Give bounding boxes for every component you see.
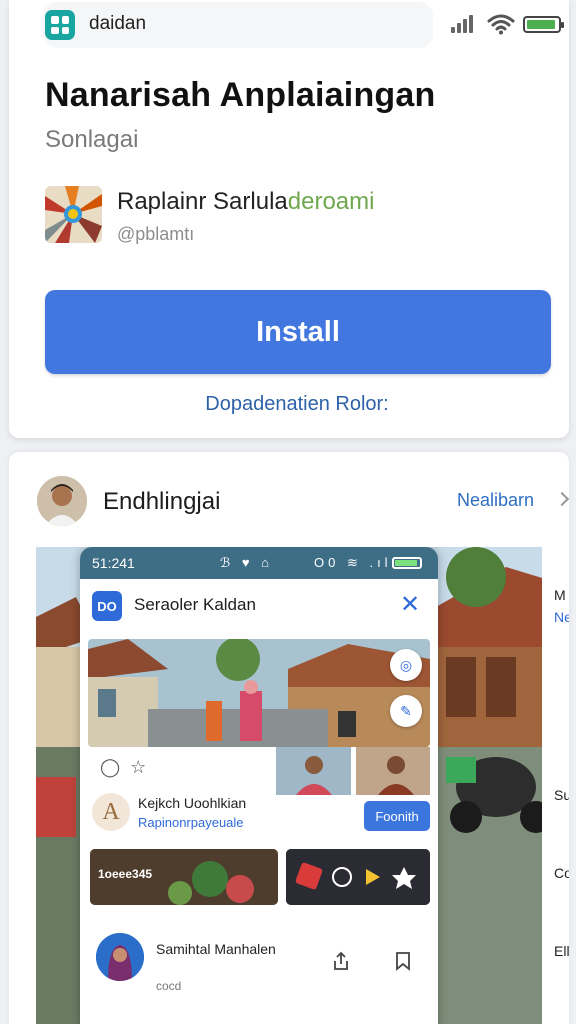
star-icon[interactable]: ☆ xyxy=(130,757,156,777)
battery-icon xyxy=(523,16,564,33)
phone-mockup: 51:241 ℬ ♥ ⌂ O0 ≋ .ıl DO Seraoler Kaldan… xyxy=(80,547,438,1024)
developer-name-main: Raplainr Sarlula xyxy=(117,188,288,215)
phone-status-icons-left: ℬ ♥ ⌂ xyxy=(220,555,274,570)
install-button[interactable]: Install xyxy=(45,290,551,374)
side-panel: M Ne Su Cor Ell xyxy=(542,547,569,1024)
developer-logo-icon xyxy=(45,186,102,243)
media-card[interactable] xyxy=(286,849,430,905)
media-card-label: 1oeee345 xyxy=(98,867,153,881)
thumbnail[interactable] xyxy=(276,747,351,795)
side-label: M xyxy=(554,587,566,603)
system-icons xyxy=(451,13,564,37)
app-subtitle: Sonlagai xyxy=(45,126,139,153)
phone-status-bar: 51:241 ℬ ♥ ⌂ O0 ≋ .ıl xyxy=(80,547,438,579)
battery-icon xyxy=(392,557,422,569)
side-label: Ne xyxy=(554,609,569,625)
street-photo[interactable]: ◎ ✎ xyxy=(88,639,430,747)
street-photo-image xyxy=(88,639,430,747)
user-name[interactable]: Kejkch Uoohlkian xyxy=(138,795,246,811)
grid-app-icon xyxy=(45,10,75,40)
signal-icon xyxy=(451,15,477,33)
user-initial-avatar: A xyxy=(92,793,130,831)
app-screenshot[interactable]: M Ne Su Cor Ell 51:241 ℬ ♥ ⌂ O0 ≋ .ıl DO… xyxy=(36,547,569,1024)
developer-handle: @pblamtı xyxy=(117,224,195,244)
chevron-right-icon[interactable] xyxy=(554,491,569,507)
dependencies-link[interactable]: Dopadenatien Rolor: xyxy=(9,393,576,416)
wifi-icon xyxy=(487,14,515,35)
commenter-name[interactable]: Samihtal Manhalen xyxy=(156,941,276,957)
edit-icon[interactable]: ✎ xyxy=(390,695,422,727)
app-logo-icon: DO xyxy=(92,591,122,621)
app-title: Nanarisah Anplaiaingan xyxy=(45,76,436,114)
comment-icon[interactable]: ◯ xyxy=(100,757,130,777)
close-icon[interactable]: ✕ xyxy=(398,593,422,617)
screen-title: Seraoler Kaldan xyxy=(134,595,256,614)
author-name[interactable]: Endhlingjai xyxy=(103,488,220,516)
portrait-thumbnail xyxy=(356,747,430,795)
developer-name-accent: deroami xyxy=(287,188,375,215)
commenter-avatar[interactable] xyxy=(96,933,144,981)
follow-button[interactable]: Foonith xyxy=(364,801,430,831)
next-link[interactable]: Nealibarn xyxy=(457,490,534,511)
status-bar: daidan xyxy=(19,0,564,50)
review-card: Endhlingjai Nealibarn M Ne Su Cor xyxy=(9,452,569,1024)
comment-time: cocd xyxy=(156,979,182,993)
side-label: Ell xyxy=(554,943,569,959)
app-install-card: daidan Nanarisah Anplaiaingan Sonlagai R… xyxy=(9,0,569,438)
portrait-thumbnail xyxy=(276,747,351,795)
reaction-icons[interactable]: ◯☆ xyxy=(100,757,156,778)
thumbnail[interactable] xyxy=(356,747,430,795)
developer-name[interactable]: Raplainr Sarluladeroami xyxy=(117,188,374,216)
side-label: Cor xyxy=(554,865,569,881)
user-subtitle[interactable]: Rapinonrpayeuale xyxy=(138,815,244,830)
share-icon[interactable] xyxy=(332,951,350,971)
address-text[interactable]: daidan xyxy=(89,13,146,35)
side-label: Su xyxy=(554,787,569,803)
phone-status-icons-right: O0 ≋ .ıl xyxy=(314,555,392,570)
media-controls xyxy=(286,849,430,905)
author-avatar[interactable] xyxy=(37,476,87,526)
bookmark-icon[interactable] xyxy=(394,951,412,971)
phone-time: 51:241 xyxy=(92,555,135,571)
media-card[interactable]: 1oeee345 xyxy=(90,849,278,905)
camera-icon[interactable]: ◎ xyxy=(390,649,422,681)
